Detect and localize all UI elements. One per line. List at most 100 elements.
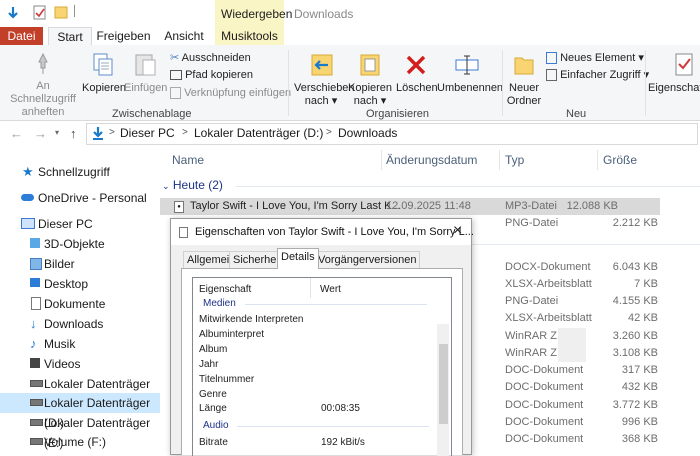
nav-item-pictures[interactable]: Bilder: [0, 254, 160, 274]
properties-icon: [675, 53, 693, 76]
mp3-file-icon: ●: [174, 201, 184, 213]
scissors-icon: ✂: [170, 52, 180, 64]
copy-button[interactable]: Kopieren: [82, 52, 126, 95]
new-item-icon: [546, 52, 557, 65]
scrollbar-thumb[interactable]: [439, 344, 448, 424]
chevron-down-icon: ⌄: [162, 181, 170, 191]
breadcrumb-this-pc[interactable]: Dieser PC: [120, 126, 175, 140]
address-field[interactable]: > Dieser PC > Lokaler Datenträger (D:) >…: [86, 123, 698, 145]
nav-item-videos[interactable]: Videos: [0, 354, 160, 374]
rename-icon: [455, 55, 479, 75]
nav-item-drive-e[interactable]: Lokaler Datenträger (E:): [0, 413, 160, 450]
section-divider: [237, 426, 429, 427]
nav-item-desktop[interactable]: Desktop: [0, 274, 160, 294]
nav-item-volume-f[interactable]: Volume (F:): [0, 432, 160, 452]
download-arrow-icon: ↓: [30, 316, 37, 331]
downloads-location-icon: [91, 126, 105, 141]
column-divider: [499, 150, 500, 170]
tab-view[interactable]: Ansicht: [160, 27, 208, 45]
ribbon-tab-bar: Datei Start Freigeben Ansicht Musiktools: [0, 27, 700, 46]
close-icon[interactable]: ×: [453, 222, 462, 240]
title-bar: │ Wiedergeben Downloads: [0, 0, 700, 27]
nav-item-drive-d[interactable]: Lokaler Datenträger (D:): [0, 393, 160, 430]
column-divider: [381, 150, 382, 170]
copy-to-button[interactable]: Kopieren nach ▾: [348, 52, 392, 108]
header-value[interactable]: Wert: [320, 284, 341, 295]
path-icon: [170, 70, 182, 81]
cut-button[interactable]: ✂ Ausschneiden: [170, 51, 251, 65]
column-header-size[interactable]: Größe: [603, 153, 637, 167]
prop-genre[interactable]: Genre: [199, 389, 227, 400]
column-header-name[interactable]: Name: [172, 153, 204, 167]
delete-button[interactable]: Löschen: [396, 52, 438, 95]
recent-dropdown-icon[interactable]: ▾: [55, 128, 59, 137]
nav-item-this-pc[interactable]: Dieser PC: [0, 214, 160, 234]
prop-track-number[interactable]: Titelnummer: [199, 374, 254, 385]
cube-icon: [30, 238, 40, 248]
dialog-tab-details[interactable]: Details: [277, 248, 319, 269]
group-header-today[interactable]: ⌄ Heute (2): [162, 178, 223, 192]
film-icon: [30, 358, 40, 368]
redaction-box: [558, 328, 586, 362]
tab-home[interactable]: Start: [48, 27, 92, 46]
prop-year[interactable]: Jahr: [199, 359, 218, 370]
contextual-tab-label: Wiedergeben: [221, 7, 293, 21]
properties-check-icon[interactable]: [33, 5, 47, 20]
breadcrumb-separator: >: [109, 127, 115, 138]
dialog-tab-previous-versions[interactable]: Vorgängerversionen: [314, 251, 421, 269]
copy-path-button[interactable]: Pfad kopieren: [170, 68, 253, 82]
new-folder-small-icon[interactable]: [54, 5, 68, 19]
column-divider: [597, 150, 598, 170]
paste-button[interactable]: Einfügen: [124, 52, 167, 95]
ribbon-separator: [502, 50, 503, 116]
nav-item-drive-c[interactable]: Lokaler Datenträger (C:): [0, 374, 160, 411]
prop-album[interactable]: Album: [199, 344, 227, 355]
quick-access-down-icon[interactable]: [6, 6, 20, 20]
breadcrumb-drive-d[interactable]: Lokaler Datenträger (D:): [194, 126, 323, 140]
star-icon: ★: [22, 164, 34, 179]
header-property[interactable]: Eigenschaft: [199, 284, 251, 295]
prop-bitrate[interactable]: Bitrate: [199, 437, 228, 448]
address-bar-row: ← → ▾ ↑ > Dieser PC > Lokaler Datenträge…: [0, 121, 700, 147]
tab-share[interactable]: Freigeben: [96, 27, 151, 45]
group-divider: [470, 244, 700, 245]
ribbon-separator: [645, 50, 646, 116]
pin-quick-access-button[interactable]: An Schnellzugriff anheften: [4, 52, 82, 119]
prop-album-artist[interactable]: Albuminterpret: [199, 329, 264, 340]
breadcrumb-downloads[interactable]: Downloads: [338, 126, 397, 140]
tab-file[interactable]: Datei: [0, 27, 43, 45]
folder-icon: [514, 57, 534, 75]
nav-item-quick-access[interactable]: ★ Schnellzugriff: [0, 162, 160, 182]
prop-contributing-artists[interactable]: Mitwirkende Interpreten: [199, 314, 304, 325]
tab-music-tools[interactable]: Musiktools: [215, 27, 284, 45]
new-item-button[interactable]: Neues Element ▾: [546, 51, 644, 65]
nav-item-3d-objects[interactable]: 3D-Objekte: [0, 234, 160, 254]
up-arrow-icon[interactable]: ↑: [70, 126, 77, 141]
column-header-type[interactable]: Typ: [505, 153, 524, 167]
paste-shortcut-button[interactable]: Verknüpfung einfügen: [170, 86, 291, 100]
nav-item-documents[interactable]: Dokumente: [0, 294, 160, 314]
column-header-date[interactable]: Änderungsdatum: [386, 153, 477, 167]
mp3-file-icon: [179, 227, 188, 238]
desktop-icon: [30, 278, 40, 287]
easy-access-button[interactable]: Einfacher Zugriff ▾: [546, 68, 649, 82]
prop-length[interactable]: Länge: [199, 403, 227, 414]
document-icon: [31, 297, 41, 310]
nav-item-onedrive[interactable]: OneDrive - Personal: [0, 188, 160, 208]
breadcrumb-separator: >: [182, 127, 188, 138]
move-to-button[interactable]: Verschieben nach ▾: [294, 52, 355, 108]
nav-item-music[interactable]: ♪ Musik: [0, 334, 160, 354]
nav-item-downloads[interactable]: ↓ Downloads: [0, 314, 160, 334]
rename-button[interactable]: Umbenennen: [437, 52, 503, 95]
back-arrow-icon[interactable]: ←: [10, 126, 23, 141]
table-row[interactable]: ● Taylor Swift - I Love You, I'm Sorry L…: [160, 198, 660, 215]
music-note-icon: ♪: [30, 336, 37, 351]
forward-arrow-icon[interactable]: →: [34, 126, 47, 141]
new-folder-button[interactable]: Neuer Ordner: [505, 52, 543, 108]
properties-button[interactable]: Eigenschaften: [648, 52, 700, 95]
pictures-icon: [30, 258, 42, 270]
properties-dialog: Eigenschaften von Taylor Swift - I Love …: [170, 218, 474, 456]
group-label-clipboard: Zwischenablage: [112, 108, 192, 120]
contextual-tab-header: Wiedergeben: [215, 0, 292, 27]
customize-toolbar-icon[interactable]: │: [72, 6, 78, 17]
